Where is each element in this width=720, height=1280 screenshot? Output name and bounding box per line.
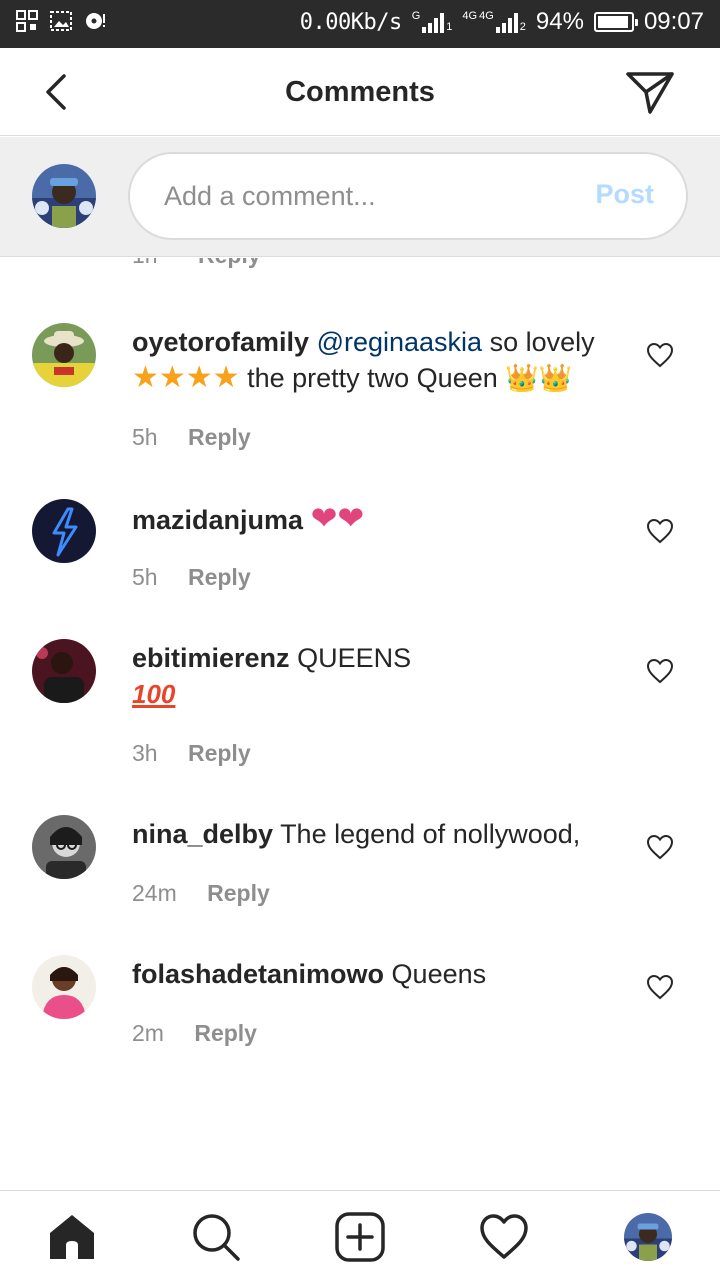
comment-username[interactable]: folashadetanimowo bbox=[132, 959, 384, 989]
reply-button[interactable]: Reply bbox=[198, 258, 261, 268]
sim1-signal-icon: G 1 bbox=[411, 10, 453, 33]
comment-text-part: The legend of nollywood, bbox=[280, 819, 581, 849]
like-heart-icon[interactable] bbox=[646, 342, 674, 368]
comment-text: oyetorofamily @reginaaskia so lovely ★★★… bbox=[132, 324, 622, 396]
reply-button[interactable]: Reply bbox=[188, 564, 251, 590]
reply-button[interactable]: Reply bbox=[194, 1020, 257, 1046]
heart-emojis: ❤❤ bbox=[310, 500, 365, 536]
comment-meta: 3h Reply bbox=[132, 740, 251, 767]
like-heart-icon[interactable] bbox=[646, 974, 674, 1000]
image-notification-icon bbox=[50, 11, 72, 31]
star-emojis: ★★★★ bbox=[132, 361, 240, 394]
search-icon[interactable] bbox=[190, 1211, 242, 1263]
bottom-nav bbox=[0, 1190, 720, 1280]
like-heart-icon[interactable] bbox=[646, 658, 674, 684]
comment-username[interactable]: nina_delby bbox=[132, 819, 273, 849]
comments-list[interactable]: 1h Reply oyetorofamily @reginaaskia so l… bbox=[0, 258, 720, 1190]
comment-time: 5h bbox=[132, 564, 158, 590]
partial-comment-meta: 1h Reply bbox=[132, 258, 261, 269]
comment-meta: 2m Reply bbox=[132, 1020, 257, 1047]
comment-box: Post bbox=[128, 152, 688, 240]
page-title: Comments bbox=[285, 76, 435, 108]
crown-emojis: 👑👑 bbox=[505, 363, 573, 393]
activity-heart-icon[interactable] bbox=[478, 1211, 530, 1263]
battery-percent: 94% bbox=[535, 8, 584, 35]
comment-text-part: so lovely bbox=[489, 327, 595, 357]
comment-meta: 5h Reply bbox=[132, 564, 251, 591]
avatar[interactable] bbox=[32, 955, 96, 1019]
comment-meta: 5h Reply bbox=[132, 424, 251, 451]
screenshot-app-icon bbox=[16, 10, 38, 32]
reply-button[interactable]: Reply bbox=[188, 740, 251, 766]
sim2-signal-icon: 4G 4G 2 bbox=[462, 10, 526, 33]
comment-text: nina_delby The legend of nollywood, bbox=[132, 816, 622, 852]
home-icon[interactable] bbox=[46, 1211, 98, 1263]
hundred-emoji: 100 bbox=[132, 679, 176, 709]
reply-button[interactable]: Reply bbox=[188, 424, 251, 450]
header: Comments bbox=[0, 48, 720, 136]
current-user-avatar bbox=[32, 164, 96, 228]
comment-time: 2m bbox=[132, 1020, 164, 1046]
comment-text-part: Queens bbox=[391, 959, 487, 989]
battery-icon bbox=[593, 12, 638, 32]
comment-text: folashadetanimowo Queens bbox=[132, 956, 622, 992]
like-heart-icon[interactable] bbox=[646, 834, 674, 860]
direct-share-icon[interactable] bbox=[624, 68, 676, 116]
comment-time: 5h bbox=[132, 424, 158, 450]
comment-text: mazidanjuma ❤❤ bbox=[132, 500, 622, 538]
avatar[interactable] bbox=[32, 639, 96, 703]
avatar[interactable] bbox=[32, 323, 96, 387]
reply-button[interactable]: Reply bbox=[207, 880, 270, 906]
like-heart-icon[interactable] bbox=[646, 518, 674, 544]
comment-text-part: the pretty two Queen bbox=[247, 363, 498, 393]
status-bar: 0.00Kb/s G 1 4G 4G 2 94% 09:07 bbox=[0, 0, 720, 48]
network-speed: 0.00Kb/s bbox=[299, 9, 402, 35]
music-disc-icon bbox=[86, 13, 105, 29]
comment-input[interactable] bbox=[164, 154, 564, 238]
comment-time: 1h bbox=[132, 258, 158, 268]
comment-text: ebitimierenz QUEENS 100 bbox=[132, 640, 622, 712]
profile-avatar[interactable] bbox=[624, 1213, 672, 1261]
add-post-icon[interactable] bbox=[334, 1211, 386, 1263]
comment-text-part: QUEENS bbox=[297, 643, 412, 673]
comment-composer: Post bbox=[0, 137, 720, 257]
comment-username[interactable]: ebitimierenz bbox=[132, 643, 290, 673]
comment-username[interactable]: mazidanjuma bbox=[132, 505, 303, 535]
comment-time: 24m bbox=[132, 880, 177, 906]
comment-mention[interactable]: @reginaaskia bbox=[317, 327, 483, 357]
clock: 09:07 bbox=[643, 8, 704, 35]
comment-time: 3h bbox=[132, 740, 158, 766]
comment-meta: 24m Reply bbox=[132, 880, 270, 907]
avatar[interactable] bbox=[32, 815, 96, 879]
avatar[interactable] bbox=[32, 499, 96, 563]
post-button[interactable]: Post bbox=[595, 179, 654, 210]
comment-username[interactable]: oyetorofamily bbox=[132, 327, 309, 357]
